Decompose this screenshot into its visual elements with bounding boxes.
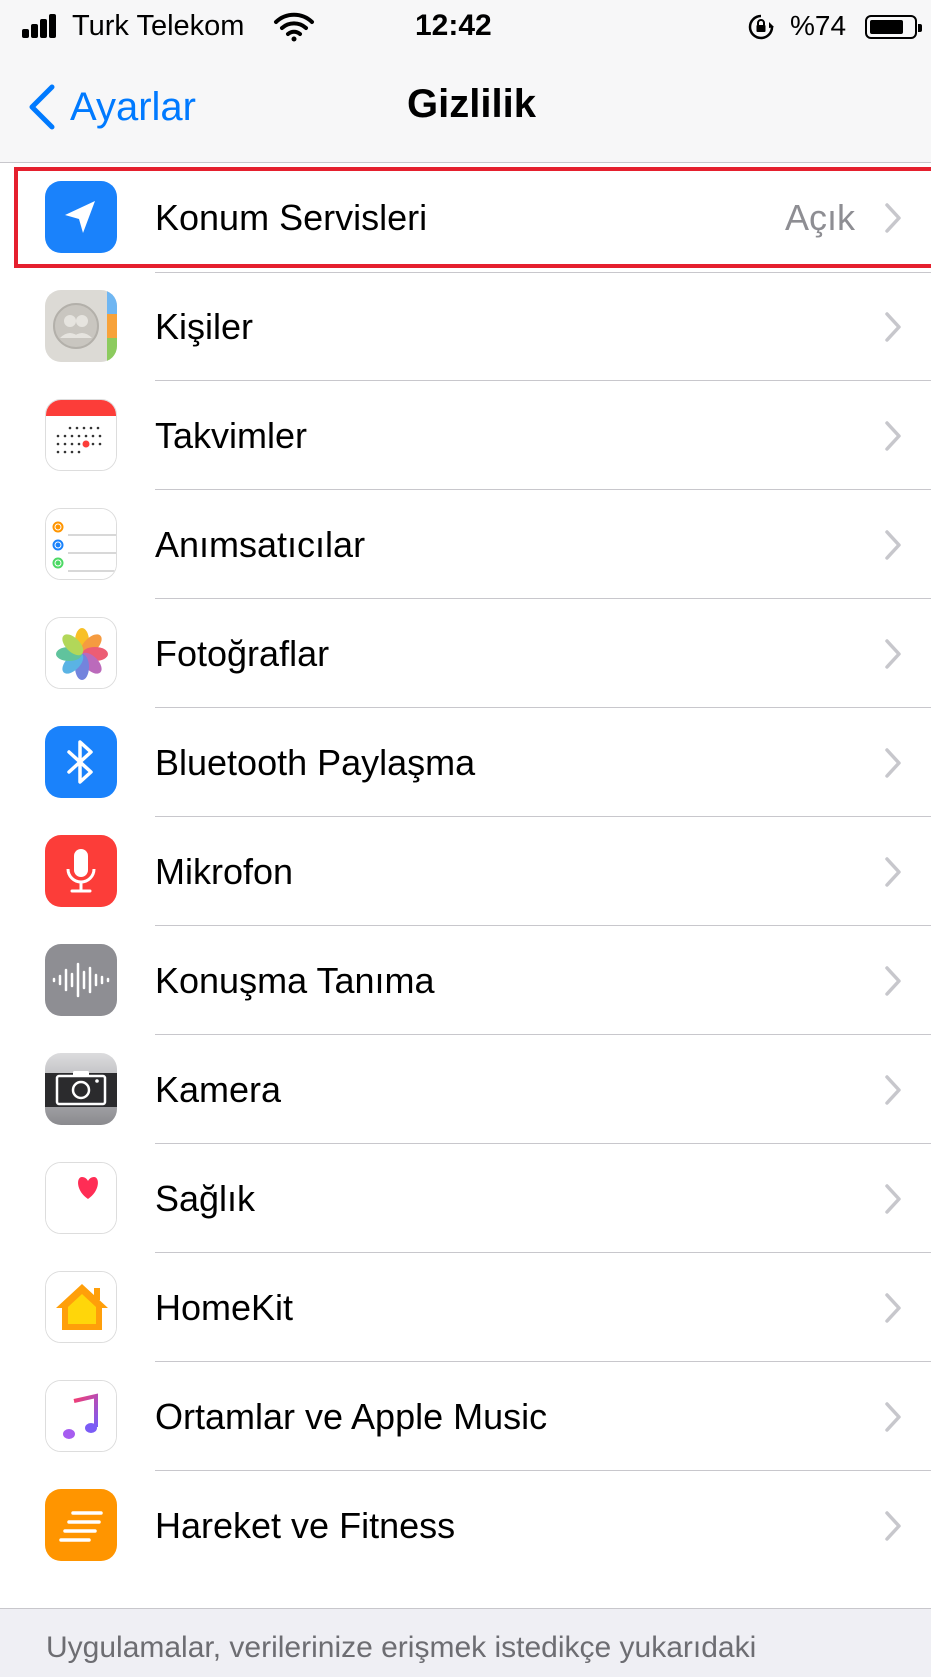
- chevron-right-icon: [885, 421, 901, 451]
- battery-percentage: %74: [790, 10, 847, 41]
- battery-icon: [865, 15, 922, 39]
- chevron-right-icon: [885, 203, 901, 233]
- contacts-icon: [45, 290, 117, 362]
- row-contacts[interactable]: Kişiler: [0, 272, 943, 381]
- row-label: Fotoğraflar: [155, 633, 330, 674]
- row-label: Hareket ve Fitness: [155, 1505, 456, 1546]
- section-footer: Uygulamalar, verilerinize erişmek istedi…: [0, 1608, 943, 1677]
- chevron-right-icon: [885, 1184, 901, 1214]
- chevron-right-icon: [885, 1511, 901, 1541]
- cellular-signal-icon: [22, 14, 66, 38]
- homekit-house-icon: [45, 1271, 117, 1343]
- photos-icon: [45, 617, 117, 689]
- row-media-apple-music[interactable]: Ortamlar ve Apple Music: [0, 1362, 943, 1471]
- navigation-bar: Ayarlar Gizlilik: [0, 54, 943, 163]
- row-label: Takvimler: [155, 415, 308, 456]
- location-arrow-icon: [45, 181, 117, 253]
- rotation-lock-icon: [748, 14, 774, 40]
- row-label: Bluetooth Paylaşma: [155, 742, 476, 783]
- music-note-icon: [45, 1380, 117, 1452]
- screen-edge: [931, 0, 943, 1677]
- footer-text: Uygulamalar, verilerinize erişmek istedi…: [46, 1631, 757, 1677]
- row-label: Kamera: [155, 1069, 282, 1110]
- reminders-icon: [45, 508, 117, 580]
- row-label: Ortamlar ve Apple Music: [155, 1396, 548, 1437]
- chevron-right-icon: [885, 966, 901, 996]
- chevron-right-icon: [885, 1402, 901, 1432]
- row-calendars[interactable]: Takvimler: [0, 381, 943, 490]
- wifi-icon: [274, 12, 314, 42]
- calendar-icon: [45, 399, 117, 471]
- phone-screen: Turk Telekom 12:42 %74 Ayarlar Gizlilik: [0, 0, 943, 1677]
- row-label: Mikrofon: [155, 851, 294, 892]
- row-label: Anımsatıcılar: [155, 524, 366, 565]
- row-speech-recognition[interactable]: Konuşma Tanıma: [0, 926, 943, 1035]
- row-homekit[interactable]: HomeKit: [0, 1253, 943, 1362]
- row-label: Konuşma Tanıma: [155, 960, 435, 1001]
- chevron-right-icon: [885, 639, 901, 669]
- row-value: Açık: [784, 197, 855, 238]
- row-label: Kişiler: [155, 306, 254, 347]
- chevron-right-icon: [885, 312, 901, 342]
- chevron-right-icon: [885, 748, 901, 778]
- row-label: Konum Servisleri: [155, 197, 428, 238]
- bluetooth-icon: [45, 726, 117, 798]
- row-health[interactable]: Sağlık: [0, 1144, 943, 1253]
- clock: 12:42: [415, 9, 492, 42]
- row-bluetooth-sharing[interactable]: Bluetooth Paylaşma: [0, 708, 943, 817]
- chevron-right-icon: [885, 857, 901, 887]
- chevron-right-icon: [885, 1293, 901, 1323]
- row-photos[interactable]: Fotoğraflar: [0, 599, 943, 708]
- carrier-name: Turk Telekom: [72, 10, 245, 42]
- chevron-right-icon: [885, 1075, 901, 1105]
- row-reminders[interactable]: Anımsatıcılar: [0, 490, 943, 599]
- separator: [155, 272, 943, 273]
- status-bar: Turk Telekom 12:42 %74: [0, 0, 943, 54]
- row-label: Sağlık: [155, 1178, 256, 1219]
- row-camera[interactable]: Kamera: [0, 1035, 943, 1144]
- row-motion-fitness[interactable]: Hareket ve Fitness: [0, 1471, 943, 1580]
- motion-fitness-icon: [45, 1489, 117, 1561]
- camera-icon: [45, 1053, 117, 1125]
- health-heart-icon: [45, 1162, 117, 1234]
- row-label: HomeKit: [155, 1287, 294, 1328]
- row-microphone[interactable]: Mikrofon: [0, 817, 943, 926]
- page-title: Gizlilik: [407, 82, 536, 126]
- chevron-right-icon: [885, 530, 901, 560]
- row-location-services[interactable]: Konum Servisleri Açık: [0, 163, 943, 272]
- microphone-icon: [45, 835, 117, 907]
- speech-waveform-icon: [45, 944, 117, 1016]
- privacy-list: Konum Servisleri Açık Kişiler Takvimler …: [0, 163, 943, 1580]
